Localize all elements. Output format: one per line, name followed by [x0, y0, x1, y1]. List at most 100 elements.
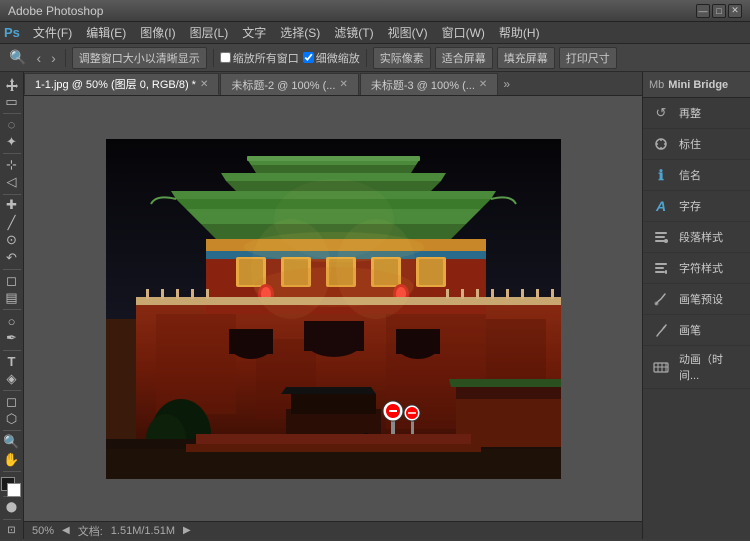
- nav-fwd-icon[interactable]: ›: [48, 50, 59, 66]
- tool-selection[interactable]: ▭: [1, 93, 23, 109]
- fill-screen-btn[interactable]: 填充屏幕: [497, 47, 555, 69]
- print-size-btn[interactable]: 打印尺寸: [559, 47, 617, 69]
- tool-sep-4: [3, 269, 21, 270]
- tool-eraser[interactable]: ◻: [1, 272, 23, 288]
- tab-2-close[interactable]: ✕: [339, 79, 347, 90]
- tool-history-brush[interactable]: ↶: [1, 249, 23, 265]
- zoom-icon: 🔍: [6, 49, 29, 66]
- scrubby-zoom-input[interactable]: [303, 52, 314, 63]
- panel-brush-preset-label: 画笔预设: [679, 291, 723, 307]
- right-panel: Mb Mini Bridge ↺ 再整 标住 ℹ 信名 A: [642, 72, 750, 539]
- panel-info-label: 信名: [679, 167, 701, 183]
- brush-preset-icon: [651, 289, 671, 309]
- nav-back-icon[interactable]: ‹: [33, 50, 44, 66]
- tool-text[interactable]: T: [1, 353, 23, 369]
- status-right-arrow[interactable]: ▶: [183, 525, 191, 536]
- tab-3-close[interactable]: ✕: [479, 79, 487, 90]
- fit-screen-btn[interactable]: 适合屏幕: [435, 47, 493, 69]
- canvas-area: 1-1.jpg @ 50% (图层 0, RGB/8) * ✕ 未标题-2 @ …: [24, 72, 642, 539]
- doc-info-label: 文档:: [78, 523, 103, 539]
- tool-shape[interactable]: ◻: [1, 394, 23, 410]
- tool-path-select[interactable]: ◈: [1, 371, 23, 387]
- menu-select[interactable]: 选择(S): [273, 22, 327, 43]
- menu-window[interactable]: 窗口(W): [435, 22, 492, 43]
- info-icon: ℹ: [651, 165, 671, 185]
- panel-item-paragraph-style[interactable]: 段落样式: [643, 222, 750, 253]
- resize-window-btn[interactable]: 调整窗口大小以清晰显示: [72, 47, 207, 69]
- menu-image[interactable]: 图像(I): [133, 22, 182, 43]
- character-icon: A: [651, 196, 671, 216]
- tool-move[interactable]: [1, 76, 23, 92]
- tool-eyedropper[interactable]: ◁: [1, 174, 23, 190]
- animation-icon: [651, 357, 671, 377]
- tool-brush[interactable]: ╱: [1, 215, 23, 231]
- minimize-button[interactable]: —: [696, 4, 710, 18]
- tool-clone[interactable]: ⊙: [1, 232, 23, 248]
- menu-layer[interactable]: 图层(L): [183, 22, 236, 43]
- tool-zoom[interactable]: 🔍: [1, 434, 23, 450]
- tool-crop[interactable]: ⊹: [1, 157, 23, 173]
- panel-header: Mb Mini Bridge: [643, 72, 750, 98]
- panel-animation-label: 动画（时间...: [679, 351, 742, 383]
- zoom-all-checkbox[interactable]: 缩放所有窗口: [220, 50, 299, 66]
- doc-info-size: 1.51M/1.51M: [111, 525, 175, 537]
- tool-sep-1: [3, 113, 21, 114]
- scrubby-zoom-checkbox[interactable]: 细微缩放: [303, 50, 360, 66]
- menu-filter[interactable]: 滤镜(T): [327, 22, 380, 43]
- titlebar: Adobe Photoshop — □ ✕: [0, 0, 750, 22]
- tool-hand[interactable]: ✋: [1, 452, 23, 468]
- tab-1-close[interactable]: ✕: [200, 79, 208, 90]
- panel-item-info[interactable]: ℹ 信名: [643, 160, 750, 191]
- close-button[interactable]: ✕: [728, 4, 742, 18]
- menu-edit[interactable]: 编辑(E): [79, 22, 133, 43]
- tool-screen-mode[interactable]: ⊡: [1, 523, 23, 539]
- tool-sep-11: [3, 519, 21, 520]
- panel-item-animation[interactable]: 动画（时间...: [643, 346, 750, 389]
- tab-3-label: 未标题-3 @ 100% (...: [371, 77, 475, 93]
- panel-item-brush-preset[interactable]: 画笔预设: [643, 284, 750, 315]
- zoom-level: 50%: [32, 525, 54, 537]
- maximize-button[interactable]: □: [712, 4, 726, 18]
- tool-gradient[interactable]: ▤: [1, 290, 23, 306]
- toolbar: 🔍 ‹ › 调整窗口大小以清晰显示 缩放所有窗口 细微缩放 实际像素 适合屏幕 …: [0, 44, 750, 72]
- menu-file[interactable]: 文件(F): [26, 22, 79, 43]
- menu-help[interactable]: 帮助(H): [492, 22, 547, 43]
- panel-redo-label: 再整: [679, 105, 701, 121]
- tab-1[interactable]: 1-1.jpg @ 50% (图层 0, RGB/8) * ✕: [24, 73, 219, 95]
- toolbar-sep-3: [366, 49, 367, 67]
- tool-dodge[interactable]: ○: [1, 313, 23, 329]
- panel-item-properties[interactable]: 标住: [643, 129, 750, 160]
- tab-2[interactable]: 未标题-2 @ 100% (... ✕: [220, 73, 358, 95]
- menu-text[interactable]: 文字: [235, 22, 273, 43]
- tab-2-label: 未标题-2 @ 100% (...: [231, 77, 335, 93]
- zoom-all-input[interactable]: [220, 52, 231, 63]
- document-tabs: 1-1.jpg @ 50% (图层 0, RGB/8) * ✕ 未标题-2 @ …: [24, 72, 642, 96]
- menu-view[interactable]: 视图(V): [381, 22, 435, 43]
- statusbar: 50% ◀ 文档: 1.51M/1.51M ▶: [24, 521, 642, 539]
- actual-pixels-btn[interactable]: 实际像素: [373, 47, 431, 69]
- char-style-icon: [651, 258, 671, 278]
- panel-item-brush[interactable]: 画笔: [643, 315, 750, 346]
- panel-item-character[interactable]: A 字存: [643, 191, 750, 222]
- panel-item-char-style[interactable]: 字符样式: [643, 253, 750, 284]
- panel-item-redo[interactable]: ↺ 再整: [643, 98, 750, 129]
- canvas-wrapper[interactable]: [24, 96, 642, 521]
- color-swatches[interactable]: [1, 477, 23, 493]
- tool-magic-wand[interactable]: ✦: [1, 134, 23, 150]
- mini-bridge-icon: Mb: [649, 79, 664, 91]
- tab-overflow-arrow[interactable]: »: [499, 77, 514, 91]
- tab-1-label: 1-1.jpg @ 50% (图层 0, RGB/8) *: [35, 76, 196, 92]
- tab-3[interactable]: 未标题-3 @ 100% (... ✕: [360, 73, 498, 95]
- panel-properties-label: 标住: [679, 136, 701, 152]
- tool-lasso[interactable]: ◌: [1, 116, 23, 132]
- tool-sep-7: [3, 390, 21, 391]
- tool-quick-mask[interactable]: ⬤: [1, 500, 23, 516]
- status-left-arrow[interactable]: ◀: [62, 525, 70, 536]
- background-color[interactable]: [7, 483, 21, 497]
- tool-healing[interactable]: ✚: [1, 197, 23, 213]
- redo-icon: ↺: [651, 103, 671, 123]
- tool-3d[interactable]: ⬡: [1, 411, 23, 427]
- left-toolbar: ▭ ◌ ✦ ⊹ ◁ ✚ ╱ ⊙ ↶ ◻ ▤ ○ ✒ T ◈ ◻ ⬡ 🔍 ✋ ⬤: [0, 72, 24, 539]
- tool-sep-5: [3, 309, 21, 310]
- tool-pen[interactable]: ✒: [1, 330, 23, 346]
